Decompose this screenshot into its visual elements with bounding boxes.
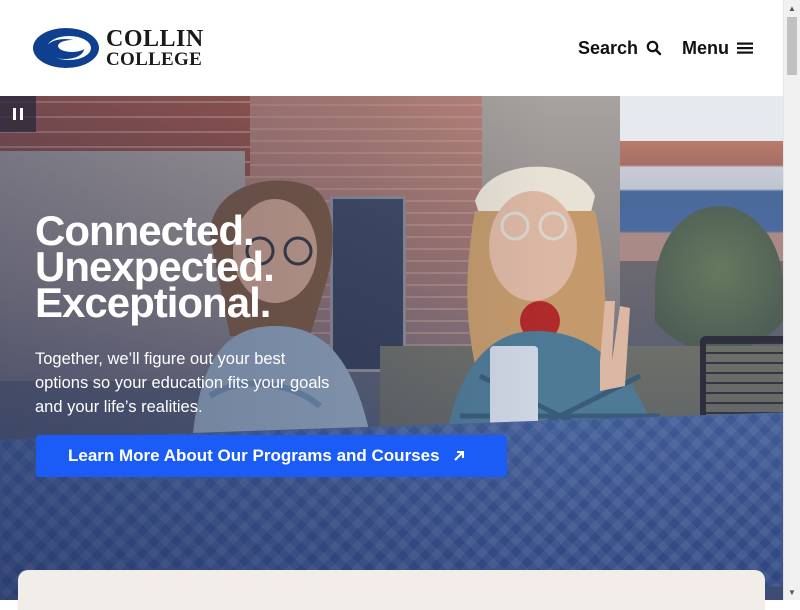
logo-wordmark: COLLIN COLLEGE [106, 27, 204, 69]
search-label: Search [578, 37, 639, 58]
menu-button[interactable]: Menu [682, 36, 753, 60]
arrow-up-right-icon [452, 449, 466, 463]
hamburger-icon [737, 41, 753, 55]
scroll-up-arrow-icon[interactable]: ▲ [784, 0, 800, 16]
pause-icon [20, 108, 23, 120]
hero-subtext: Together, we’ll figure out your best opt… [35, 350, 330, 416]
collin-college-logo[interactable]: COLLIN COLLEGE [32, 26, 207, 70]
scroll-down-arrow-icon[interactable]: ▼ [784, 584, 800, 600]
logo-line-2: COLLEGE [106, 49, 203, 70]
scrollbar-thumb[interactable] [787, 17, 797, 75]
cta-label: Learn More About Our Programs and Course… [68, 446, 440, 465]
search-button[interactable]: Search [578, 36, 662, 60]
learn-more-programs-button[interactable]: Learn More About Our Programs and Course… [36, 435, 507, 477]
logo-line-1: COLLIN [106, 26, 204, 52]
site-header: COLLIN COLLEGE Search Menu [0, 0, 783, 96]
pause-icon [13, 108, 16, 120]
pause-video-button[interactable] [0, 96, 36, 132]
search-icon [646, 40, 662, 56]
collin-swoosh-logo-icon [33, 28, 99, 68]
menu-label: Menu [682, 37, 729, 58]
content-card [18, 570, 765, 610]
headline-line-3: Exceptional. [35, 279, 271, 326]
page-scrollbar[interactable]: ▲ ▼ [783, 0, 800, 600]
hero-headline: Connected. Unexpected. Exceptional. [35, 210, 275, 326]
